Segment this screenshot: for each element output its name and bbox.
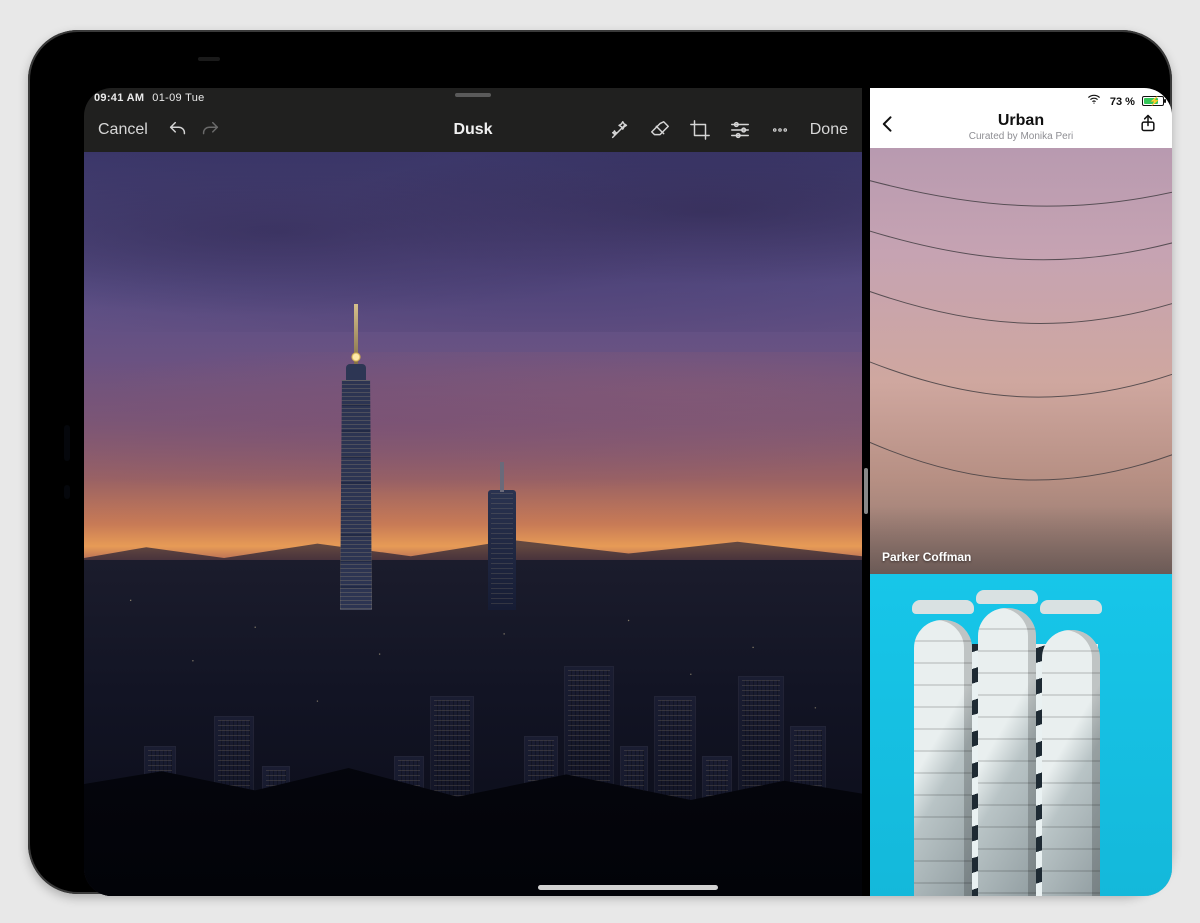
screen: 09:41 AM 01-09 Tue Cancel Dusk xyxy=(84,88,1172,896)
done-button[interactable]: Done xyxy=(810,121,848,139)
gallery-pane: 73 % ⚡ Urban Curated by Monika Peri xyxy=(870,88,1172,896)
document-title: Dusk xyxy=(453,121,492,139)
photo-content xyxy=(870,148,1172,574)
canvas-main-tower xyxy=(328,350,384,610)
more-icon[interactable] xyxy=(768,118,792,142)
mic-hole xyxy=(64,485,70,499)
side-button xyxy=(64,425,70,461)
undo-icon[interactable] xyxy=(166,118,190,142)
gallery-feed[interactable]: Parker Coffman xyxy=(870,148,1172,896)
editor-pane: 09:41 AM 01-09 Tue Cancel Dusk xyxy=(84,88,862,896)
multitask-pill[interactable] xyxy=(455,93,491,97)
status-date: 01-09 Tue xyxy=(152,92,204,104)
canvas-city xyxy=(84,560,862,896)
photo-card[interactable] xyxy=(870,574,1172,896)
ipad-frame: 09:41 AM 01-09 Tue Cancel Dusk xyxy=(28,30,1172,894)
back-button[interactable] xyxy=(878,114,904,140)
photo-card[interactable]: Parker Coffman xyxy=(870,148,1172,574)
photo-credit: Parker Coffman xyxy=(882,550,971,564)
gallery-subtitle: Curated by Monika Peri xyxy=(969,131,1074,142)
editor-canvas[interactable] xyxy=(84,152,862,896)
magic-wand-icon[interactable] xyxy=(608,118,632,142)
photo-content xyxy=(910,608,1154,896)
canvas-tower xyxy=(488,490,516,610)
eraser-icon[interactable] xyxy=(648,118,672,142)
share-button[interactable] xyxy=(1138,112,1164,138)
split-handle-icon[interactable] xyxy=(864,468,868,514)
status-bar-left: 09:41 AM 01-09 Tue xyxy=(84,88,862,108)
editor-toolbar: Cancel Dusk xyxy=(84,110,862,150)
status-bar-right: 73 % ⚡ xyxy=(870,88,1172,108)
split-view-divider[interactable] xyxy=(862,88,870,896)
cancel-button[interactable]: Cancel xyxy=(98,121,148,139)
gallery-navbar: Urban Curated by Monika Peri xyxy=(870,106,1172,148)
status-time: 09:41 AM xyxy=(94,92,144,104)
redo-icon[interactable] xyxy=(198,118,222,142)
home-indicator[interactable] xyxy=(538,885,718,890)
speaker-slot xyxy=(198,57,220,61)
battery-icon: ⚡ xyxy=(1142,96,1164,106)
crop-icon[interactable] xyxy=(688,118,712,142)
gallery-title: Urban xyxy=(969,112,1074,130)
adjustments-icon[interactable] xyxy=(728,118,752,142)
